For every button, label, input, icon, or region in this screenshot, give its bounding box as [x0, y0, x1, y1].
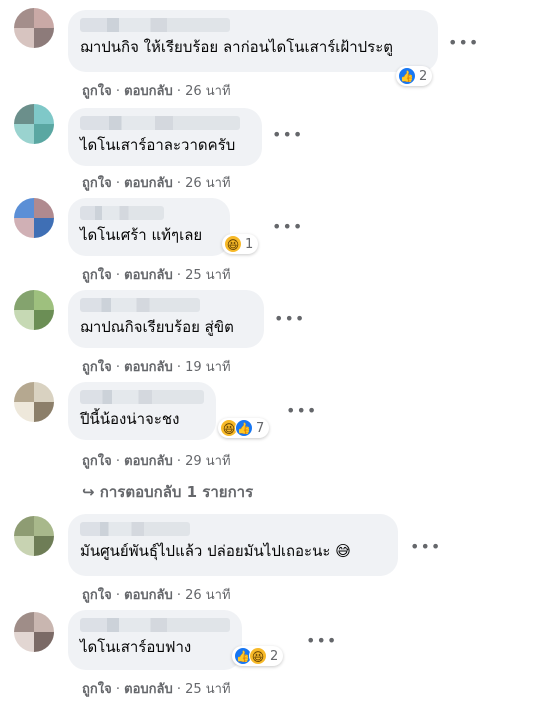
timestamp[interactable]: 26 นาที: [185, 588, 230, 603]
commenter-name[interactable]: [80, 206, 164, 220]
comment-bubble: ไดโนเสาร์อบฟาง: [68, 610, 242, 670]
comment-actions: ถูกใจ · ตอบกลับ · 29 นาที: [82, 454, 231, 469]
comment-actions: ถูกใจ · ตอบกลับ · 26 นาที: [82, 176, 231, 191]
reaction-count: 2: [270, 648, 279, 664]
more-options-button[interactable]: •••: [306, 628, 336, 656]
timestamp[interactable]: 25 นาที: [185, 682, 230, 697]
avatar[interactable]: [14, 198, 54, 238]
commenter-name[interactable]: [80, 618, 230, 632]
comment-actions: ถูกใจ · ตอบกลับ · 25 นาที: [82, 682, 231, 697]
reply-action[interactable]: ตอบกลับ: [124, 268, 173, 283]
timestamp[interactable]: 26 นาที: [185, 176, 230, 191]
haha-icon: 😆: [249, 647, 267, 665]
like-icon: 👍: [235, 419, 253, 437]
comment-bubble: ฌาปนกิจ ให้เรียบร้อย ลาก่อนไดโนเสาร์เฝ้า…: [68, 10, 438, 72]
timestamp[interactable]: 26 นาที: [185, 84, 230, 99]
reaction-summary[interactable]: 😆 👍 7: [218, 418, 270, 438]
timestamp[interactable]: 25 นาที: [185, 268, 230, 283]
comment-bubble: ไดโนเศร้า แท้ๆเลย: [68, 198, 230, 256]
reply-action[interactable]: ตอบกลับ: [124, 588, 173, 603]
comment-text: ไดโนเศร้า แท้ๆเลย: [80, 226, 203, 244]
comment-text: ฌาปนกิจ ให้เรียบร้อย ลาก่อนไดโนเสาร์เฝ้า…: [80, 38, 394, 56]
like-action[interactable]: ถูกใจ: [82, 454, 112, 469]
comment-actions: ถูกใจ · ตอบกลับ · 25 นาที: [82, 268, 231, 283]
timestamp[interactable]: 29 นาที: [185, 454, 230, 469]
avatar[interactable]: [14, 516, 54, 556]
like-action[interactable]: ถูกใจ: [82, 84, 112, 99]
timestamp[interactable]: 19 นาที: [185, 360, 230, 375]
more-options-button[interactable]: •••: [272, 214, 302, 242]
comment-text: ฌาปณกิจเรียบร้อย สู่ขิต: [80, 318, 234, 336]
comment-text: ปีนี้น้องน่าจะชง: [80, 410, 180, 428]
comment-bubble: มันศูนย์พันธุ์ไปแล้ว ปล่อยมันไปเถอะนะ 😅: [68, 514, 398, 576]
comment-actions: ถูกใจ · ตอบกลับ · 26 นาที: [82, 588, 231, 603]
avatar[interactable]: [14, 104, 54, 144]
comment-bubble: ปีนี้น้องน่าจะชง: [68, 382, 216, 440]
reply-action[interactable]: ตอบกลับ: [124, 682, 173, 697]
avatar[interactable]: [14, 290, 54, 330]
more-options-button[interactable]: •••: [410, 534, 440, 562]
reply-action[interactable]: ตอบกลับ: [124, 176, 173, 191]
like-action[interactable]: ถูกใจ: [82, 682, 112, 697]
more-options-button[interactable]: •••: [272, 122, 302, 150]
comment-text: ไดโนเสาร์อบฟาง: [80, 638, 192, 656]
reply-action[interactable]: ตอบกลับ: [124, 84, 173, 99]
comment-actions: ถูกใจ · ตอบกลับ · 19 นาที: [82, 360, 231, 375]
avatar[interactable]: [14, 8, 54, 48]
reaction-count: 1: [245, 236, 254, 252]
comment-text: ไดโนเสาร์อาละวาดครับ: [80, 136, 236, 154]
comment-text: มันศูนย์พันธุ์ไปแล้ว ปล่อยมันไปเถอะนะ 😅: [80, 542, 351, 560]
more-options-button[interactable]: •••: [448, 30, 478, 58]
like-action[interactable]: ถูกใจ: [82, 588, 112, 603]
reaction-count: 2: [419, 68, 428, 84]
commenter-name[interactable]: [80, 116, 240, 130]
commenter-name[interactable]: [80, 298, 200, 312]
like-action[interactable]: ถูกใจ: [82, 176, 112, 191]
reaction-summary[interactable]: 👍 😆 2: [232, 646, 284, 666]
more-options-button[interactable]: •••: [274, 306, 304, 334]
like-action[interactable]: ถูกใจ: [82, 360, 112, 375]
avatar[interactable]: [14, 382, 54, 422]
view-replies-link[interactable]: ↪ การตอบกลับ 1 รายการ: [82, 480, 253, 504]
haha-icon: 😆: [224, 235, 242, 253]
commenter-name[interactable]: [80, 18, 230, 32]
comment-bubble: ฌาปณกิจเรียบร้อย สู่ขิต: [68, 290, 264, 348]
commenter-name[interactable]: [80, 522, 190, 536]
reaction-count: 7: [256, 420, 265, 436]
avatar[interactable]: [14, 612, 54, 652]
like-icon: 👍: [398, 67, 416, 85]
reaction-summary[interactable]: 👍 2: [396, 66, 433, 86]
reply-action[interactable]: ตอบกลับ: [124, 360, 173, 375]
commenter-name[interactable]: [80, 390, 204, 404]
like-action[interactable]: ถูกใจ: [82, 268, 112, 283]
reaction-summary[interactable]: 😆 1: [222, 234, 259, 254]
comment-bubble: ไดโนเสาร์อาละวาดครับ: [68, 108, 262, 166]
more-options-button[interactable]: •••: [286, 398, 316, 426]
comment-actions: ถูกใจ · ตอบกลับ · 26 นาที: [82, 84, 231, 99]
reply-action[interactable]: ตอบกลับ: [124, 454, 173, 469]
